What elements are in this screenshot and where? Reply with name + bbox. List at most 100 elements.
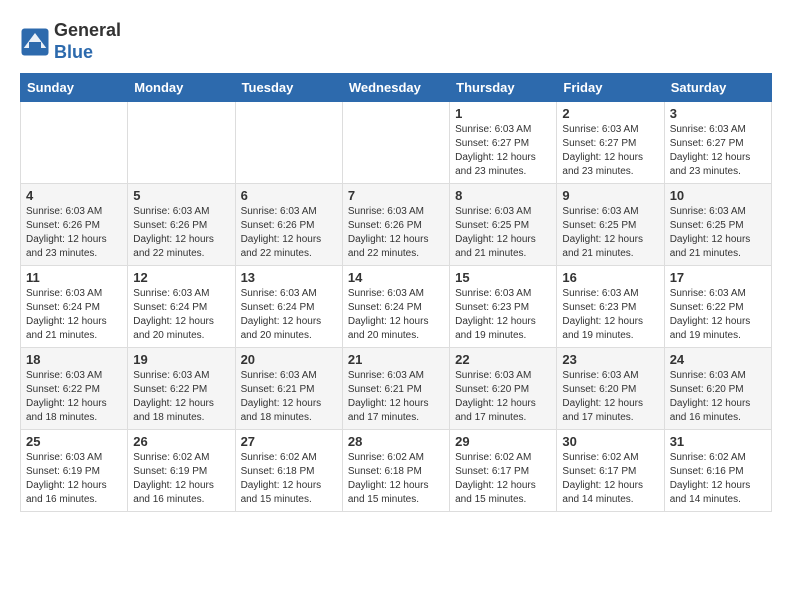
sunrise: Sunrise: 6:03 AM xyxy=(241,288,317,299)
day-number: 9 xyxy=(562,188,658,203)
day-info: Sunrise: 6:03 AM Sunset: 6:27 PM Dayligh… xyxy=(562,123,658,179)
daylight: Daylight: 12 hours and 20 minutes. xyxy=(241,316,322,341)
daylight: Daylight: 12 hours and 22 minutes. xyxy=(241,234,322,259)
logo: General Blue xyxy=(20,20,121,63)
calendar-day-cell: 20 Sunrise: 6:03 AM Sunset: 6:21 PM Dayl… xyxy=(235,348,342,430)
header-wednesday: Wednesday xyxy=(342,74,449,102)
daylight: Daylight: 12 hours and 22 minutes. xyxy=(348,234,429,259)
sunrise: Sunrise: 6:03 AM xyxy=(348,288,424,299)
daylight: Daylight: 12 hours and 19 minutes. xyxy=(455,316,536,341)
sunrise: Sunrise: 6:03 AM xyxy=(26,206,102,217)
day-number: 14 xyxy=(348,270,444,285)
weekday-header-row: Sunday Monday Tuesday Wednesday Thursday… xyxy=(21,74,772,102)
sunrise: Sunrise: 6:03 AM xyxy=(455,370,531,381)
day-info: Sunrise: 6:03 AM Sunset: 6:22 PM Dayligh… xyxy=(670,287,766,343)
sunrise: Sunrise: 6:03 AM xyxy=(348,370,424,381)
calendar-day-cell: 27 Sunrise: 6:02 AM Sunset: 6:18 PM Dayl… xyxy=(235,430,342,512)
day-info: Sunrise: 6:02 AM Sunset: 6:18 PM Dayligh… xyxy=(241,451,337,507)
sunset: Sunset: 6:26 PM xyxy=(348,220,422,231)
day-info: Sunrise: 6:03 AM Sunset: 6:20 PM Dayligh… xyxy=(670,369,766,425)
sunset: Sunset: 6:20 PM xyxy=(562,384,636,395)
day-info: Sunrise: 6:02 AM Sunset: 6:18 PM Dayligh… xyxy=(348,451,444,507)
sunrise: Sunrise: 6:03 AM xyxy=(562,124,638,135)
daylight: Daylight: 12 hours and 23 minutes. xyxy=(562,152,643,177)
logo-icon xyxy=(20,27,50,57)
header-saturday: Saturday xyxy=(664,74,771,102)
calendar-day-cell: 17 Sunrise: 6:03 AM Sunset: 6:22 PM Dayl… xyxy=(664,266,771,348)
calendar-day-cell: 1 Sunrise: 6:03 AM Sunset: 6:27 PM Dayli… xyxy=(450,102,557,184)
day-info: Sunrise: 6:03 AM Sunset: 6:25 PM Dayligh… xyxy=(455,205,551,261)
sunrise: Sunrise: 6:03 AM xyxy=(670,124,746,135)
calendar-day-cell: 21 Sunrise: 6:03 AM Sunset: 6:21 PM Dayl… xyxy=(342,348,449,430)
calendar-day-cell xyxy=(21,102,128,184)
sunrise: Sunrise: 6:03 AM xyxy=(133,288,209,299)
sunset: Sunset: 6:26 PM xyxy=(241,220,315,231)
daylight: Daylight: 12 hours and 21 minutes. xyxy=(562,234,643,259)
sunrise: Sunrise: 6:03 AM xyxy=(670,370,746,381)
daylight: Daylight: 12 hours and 20 minutes. xyxy=(348,316,429,341)
calendar-week-row: 4 Sunrise: 6:03 AM Sunset: 6:26 PM Dayli… xyxy=(21,184,772,266)
day-info: Sunrise: 6:03 AM Sunset: 6:24 PM Dayligh… xyxy=(133,287,229,343)
sunrise: Sunrise: 6:03 AM xyxy=(241,370,317,381)
sunset: Sunset: 6:21 PM xyxy=(241,384,315,395)
header-thursday: Thursday xyxy=(450,74,557,102)
sunset: Sunset: 6:20 PM xyxy=(670,384,744,395)
day-number: 3 xyxy=(670,106,766,121)
day-number: 11 xyxy=(26,270,122,285)
day-info: Sunrise: 6:03 AM Sunset: 6:23 PM Dayligh… xyxy=(562,287,658,343)
day-number: 17 xyxy=(670,270,766,285)
sunrise: Sunrise: 6:03 AM xyxy=(562,206,638,217)
calendar-day-cell: 14 Sunrise: 6:03 AM Sunset: 6:24 PM Dayl… xyxy=(342,266,449,348)
day-number: 12 xyxy=(133,270,229,285)
day-info: Sunrise: 6:03 AM Sunset: 6:24 PM Dayligh… xyxy=(348,287,444,343)
day-info: Sunrise: 6:03 AM Sunset: 6:26 PM Dayligh… xyxy=(133,205,229,261)
calendar-day-cell: 26 Sunrise: 6:02 AM Sunset: 6:19 PM Dayl… xyxy=(128,430,235,512)
sunrise: Sunrise: 6:03 AM xyxy=(455,206,531,217)
day-number: 6 xyxy=(241,188,337,203)
sunrise: Sunrise: 6:02 AM xyxy=(562,452,638,463)
sunset: Sunset: 6:24 PM xyxy=(241,302,315,313)
day-number: 31 xyxy=(670,434,766,449)
sunrise: Sunrise: 6:03 AM xyxy=(562,288,638,299)
sunrise: Sunrise: 6:03 AM xyxy=(562,370,638,381)
day-info: Sunrise: 6:03 AM Sunset: 6:27 PM Dayligh… xyxy=(670,123,766,179)
sunrise: Sunrise: 6:02 AM xyxy=(348,452,424,463)
day-number: 13 xyxy=(241,270,337,285)
day-number: 27 xyxy=(241,434,337,449)
sunrise: Sunrise: 6:02 AM xyxy=(455,452,531,463)
daylight: Daylight: 12 hours and 18 minutes. xyxy=(241,398,322,423)
sunset: Sunset: 6:27 PM xyxy=(670,138,744,149)
day-info: Sunrise: 6:03 AM Sunset: 6:22 PM Dayligh… xyxy=(26,369,122,425)
day-info: Sunrise: 6:02 AM Sunset: 6:16 PM Dayligh… xyxy=(670,451,766,507)
day-number: 15 xyxy=(455,270,551,285)
calendar-day-cell: 9 Sunrise: 6:03 AM Sunset: 6:25 PM Dayli… xyxy=(557,184,664,266)
sunrise: Sunrise: 6:03 AM xyxy=(133,206,209,217)
calendar-day-cell: 23 Sunrise: 6:03 AM Sunset: 6:20 PM Dayl… xyxy=(557,348,664,430)
daylight: Daylight: 12 hours and 18 minutes. xyxy=(133,398,214,423)
sunrise: Sunrise: 6:02 AM xyxy=(670,452,746,463)
daylight: Daylight: 12 hours and 21 minutes. xyxy=(26,316,107,341)
sunset: Sunset: 6:24 PM xyxy=(348,302,422,313)
sunrise: Sunrise: 6:03 AM xyxy=(26,288,102,299)
daylight: Daylight: 12 hours and 15 minutes. xyxy=(348,480,429,505)
daylight: Daylight: 12 hours and 16 minutes. xyxy=(133,480,214,505)
day-number: 24 xyxy=(670,352,766,367)
day-number: 2 xyxy=(562,106,658,121)
calendar-day-cell: 10 Sunrise: 6:03 AM Sunset: 6:25 PM Dayl… xyxy=(664,184,771,266)
logo-blue: Blue xyxy=(54,42,93,62)
calendar-day-cell: 28 Sunrise: 6:02 AM Sunset: 6:18 PM Dayl… xyxy=(342,430,449,512)
calendar-day-cell xyxy=(128,102,235,184)
sunset: Sunset: 6:24 PM xyxy=(26,302,100,313)
day-info: Sunrise: 6:03 AM Sunset: 6:20 PM Dayligh… xyxy=(455,369,551,425)
sunrise: Sunrise: 6:02 AM xyxy=(133,452,209,463)
calendar-day-cell: 19 Sunrise: 6:03 AM Sunset: 6:22 PM Dayl… xyxy=(128,348,235,430)
calendar-day-cell: 6 Sunrise: 6:03 AM Sunset: 6:26 PM Dayli… xyxy=(235,184,342,266)
calendar-day-cell: 11 Sunrise: 6:03 AM Sunset: 6:24 PM Dayl… xyxy=(21,266,128,348)
day-number: 10 xyxy=(670,188,766,203)
daylight: Daylight: 12 hours and 23 minutes. xyxy=(26,234,107,259)
day-number: 25 xyxy=(26,434,122,449)
day-number: 26 xyxy=(133,434,229,449)
sunrise: Sunrise: 6:03 AM xyxy=(26,452,102,463)
daylight: Daylight: 12 hours and 18 minutes. xyxy=(26,398,107,423)
calendar-day-cell: 13 Sunrise: 6:03 AM Sunset: 6:24 PM Dayl… xyxy=(235,266,342,348)
